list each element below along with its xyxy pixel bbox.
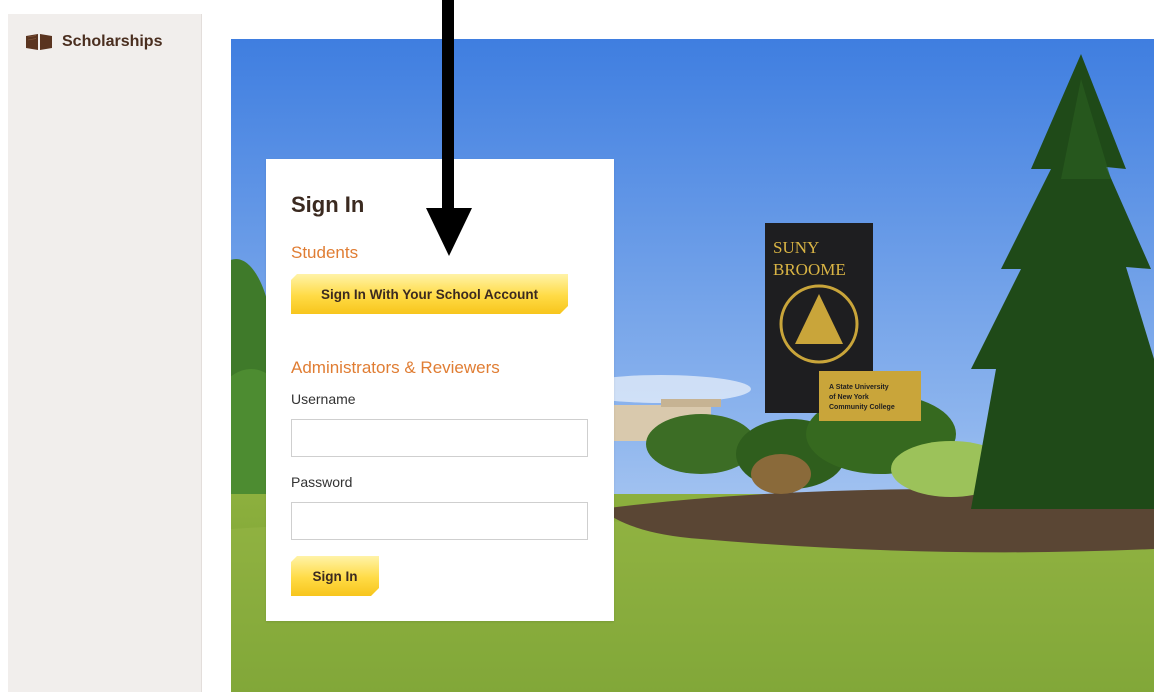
plaque-line-1: A State University — [829, 384, 889, 391]
pointer-arrow-icon — [424, 0, 474, 263]
sidebar — [8, 14, 202, 692]
brand-label: Scholarships — [62, 33, 163, 50]
sign-in-title: Sign In — [291, 192, 365, 217]
admins-heading: Administrators & Reviewers — [291, 358, 500, 377]
school-account-sign-in-button[interactable]: Sign In With Your School Account — [291, 274, 568, 314]
students-heading: Students — [291, 243, 359, 262]
username-input[interactable] — [291, 419, 588, 457]
plaque-line-3: Community College — [829, 404, 895, 411]
username-label: Username — [291, 391, 356, 407]
brand-link[interactable]: Scholarships — [25, 33, 162, 51]
password-label: Password — [291, 474, 353, 490]
sign-text-suny: SUNY — [773, 238, 819, 257]
sign-text-broome: BROOME — [773, 260, 846, 279]
password-input[interactable] — [291, 502, 588, 540]
plaque-line-2: of New York — [829, 394, 869, 401]
sign-in-submit-button[interactable]: Sign In — [291, 556, 379, 596]
open-book-icon — [25, 33, 53, 51]
